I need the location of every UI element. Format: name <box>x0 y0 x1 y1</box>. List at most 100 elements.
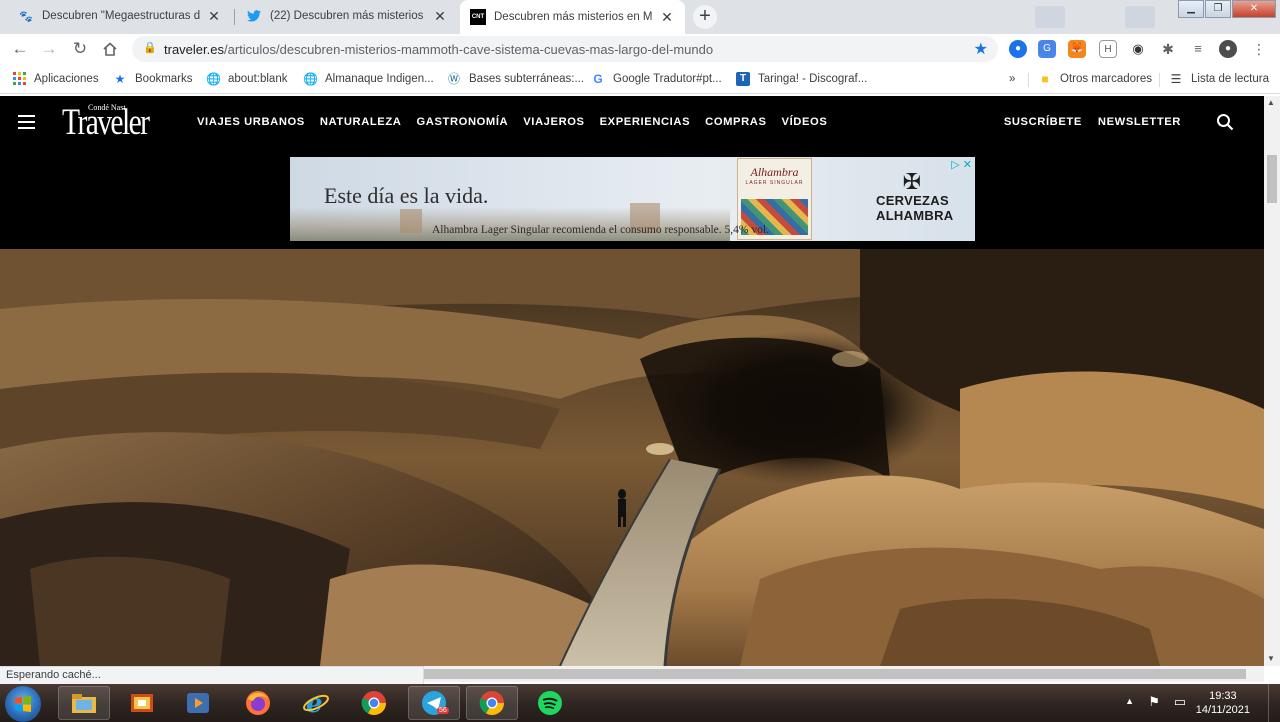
bottle-subtitle: LAGER SINGULAR <box>745 180 804 186</box>
taskbar-internet-explorer[interactable]: e <box>290 686 342 720</box>
bookmark-label: Google Tradutor#pt... <box>613 73 722 85</box>
site-header: Condé Nast Traveler VIAJES URBANOS NATUR… <box>0 96 1264 150</box>
chrome-icon <box>479 691 504 716</box>
extension-icon[interactable]: ● <box>1009 40 1027 58</box>
tray-expand-icon[interactable]: ▲ <box>1125 696 1134 706</box>
minimize-button[interactable]: ▁ <box>1178 0 1204 18</box>
avatar[interactable]: ● <box>1219 40 1237 58</box>
bookmark-about-blank[interactable]: 🌐 about:blank <box>206 71 287 87</box>
adchoices-icon[interactable]: ▷ ✕ <box>951 158 972 171</box>
media-control-icon[interactable]: ≡ <box>1189 40 1207 58</box>
new-tab-button[interactable]: + <box>693 5 717 29</box>
site-logo[interactable]: Condé Nast Traveler <box>62 102 170 142</box>
tab-close-icon[interactable]: ✕ <box>659 9 675 25</box>
hamburger-menu-icon[interactable] <box>18 115 35 129</box>
bookmark-label: Almanaque Indigen... <box>325 73 434 85</box>
taskbar-firefox[interactable] <box>232 686 284 720</box>
tab-close-icon[interactable]: ✕ <box>432 8 448 24</box>
bookmark-bookmarks[interactable]: ★ Bookmarks <box>113 71 193 87</box>
taskbar-chrome-active[interactable] <box>466 686 518 720</box>
tab-close-icon[interactable]: ✕ <box>206 8 222 24</box>
browser-tab[interactable]: (22) Descubren más misterios en ✕ <box>236 0 458 32</box>
twitter-icon <box>246 8 262 24</box>
scrollbar-thumb[interactable] <box>1267 155 1277 203</box>
translate-icon[interactable]: G <box>1038 40 1056 58</box>
spotify-icon <box>538 691 562 715</box>
taskbar-telegram[interactable]: 56 <box>408 686 460 720</box>
clock-time: 19:33 <box>1209 690 1237 702</box>
browser-toolbar: ← → ↻ 🔒 traveler.es/articulos/descubren-… <box>0 34 1280 64</box>
bookmark-apps[interactable]: Aplicaciones <box>12 71 99 87</box>
vertical-scrollbar[interactable]: ▲ ▼ <box>1264 96 1280 666</box>
taskbar-chrome[interactable] <box>348 686 400 720</box>
bookmark-label: Taringa! - Discograf... <box>758 73 868 85</box>
bookmark-taringa[interactable]: T Taringa! - Discograf... <box>736 71 867 87</box>
subscribe-link[interactable]: SUSCRÍBETE <box>1004 116 1082 128</box>
page-viewport: Condé Nast Traveler VIAJES URBANOS NATUR… <box>0 96 1264 666</box>
bookmark-label: Otros marcadores <box>1060 73 1153 85</box>
nav-compras[interactable]: COMPRAS <box>705 116 766 128</box>
bookmark-label: Bookmarks <box>135 73 193 85</box>
ad-building <box>400 209 422 233</box>
tab-title: Descubren más misterios en Mar <box>494 11 653 23</box>
taskbar-tools-app[interactable] <box>116 686 168 720</box>
status-bubble: Esperando caché... <box>0 666 424 684</box>
bookmark-bases[interactable]: Ⓦ Bases subterráneas:... <box>447 71 584 87</box>
bookmarks-overflow-button[interactable]: » <box>1009 71 1015 87</box>
logo-wordmark: Traveler <box>62 102 150 143</box>
bookmark-almanaque[interactable]: 🌐 Almanaque Indigen... <box>303 71 434 87</box>
bookmarks-bar: Aplicaciones ★ Bookmarks 🌐 about:blank 🌐… <box>0 64 1280 94</box>
taskbar-file-explorer[interactable] <box>58 686 110 720</box>
clock-date: 14/11/2021 <box>1195 704 1250 716</box>
nav-viajes-urbanos[interactable]: VIAJES URBANOS <box>197 116 305 128</box>
nav-gastronomia[interactable]: GASTRONOMÍA <box>416 116 508 128</box>
media-player-icon <box>187 693 209 713</box>
start-button[interactable] <box>5 686 41 722</box>
taskbar-spotify[interactable] <box>524 686 576 720</box>
search-icon[interactable] <box>1216 113 1234 131</box>
newsletter-link[interactable]: NEWSLETTER <box>1098 116 1181 128</box>
browser-tab-active[interactable]: CNT Descubren más misterios en Mar ✕ <box>460 0 685 34</box>
url-text: traveler.es/articulos/descubren-misterio… <box>164 42 714 57</box>
apps-grid-icon <box>12 72 26 86</box>
extension-icon[interactable]: ◉ <box>1129 40 1147 58</box>
maximize-button[interactable]: ❐ <box>1205 0 1231 18</box>
scroll-down-arrow[interactable]: ▼ <box>1267 654 1275 663</box>
back-icon[interactable]: ← <box>9 38 31 60</box>
metamask-icon[interactable]: 🦊 <box>1068 40 1086 58</box>
nav-naturaleza[interactable]: NATURALEZA <box>320 116 402 128</box>
browser-tab[interactable]: 🐾 Descubren "Megaestructuras de ✕ <box>8 0 232 32</box>
globe-icon: 🌐 <box>206 72 221 86</box>
folder-icon: ■ <box>1041 72 1049 86</box>
ad-slogan: Este día es la vida. <box>324 183 489 208</box>
taskbar-media-player[interactable] <box>172 686 224 720</box>
bookmarks-divider <box>1159 73 1160 87</box>
ad-row: Este día es la vida. Alhambra LAGER SING… <box>0 150 1264 249</box>
forward-icon[interactable]: → <box>38 38 60 60</box>
home-icon[interactable] <box>99 38 121 60</box>
hero-image-mammoth-cave <box>0 249 1264 666</box>
bookmark-label: Aplicaciones <box>34 73 99 85</box>
windows-taskbar: e 56 ▲ ⚑ ▭ 19:33 14/11/2021 <box>0 684 1280 722</box>
nav-videos[interactable]: VÍDEOS <box>782 116 828 128</box>
ad-brand-line: ALHAMBRA <box>876 208 954 223</box>
nav-viajeros[interactable]: VIAJEROS <box>523 116 584 128</box>
other-bookmarks[interactable]: ■ Otros marcadores <box>1038 71 1152 87</box>
chrome-icon <box>361 691 386 716</box>
menu-kebab-icon[interactable]: ⋮ <box>1250 40 1268 58</box>
address-bar[interactable]: 🔒 traveler.es/articulos/descubren-mister… <box>132 36 998 62</box>
reading-list[interactable]: ☰ Lista de lectura <box>1169 71 1269 87</box>
system-clock[interactable]: 19:33 14/11/2021 <box>1196 689 1250 717</box>
close-window-button[interactable]: ✕ <box>1232 0 1276 18</box>
puzzle-icon[interactable]: ✱ <box>1159 40 1177 58</box>
reload-icon[interactable]: ↻ <box>69 38 91 60</box>
extension-icon[interactable]: H <box>1099 40 1117 58</box>
bookmark-star-icon[interactable]: ★ <box>974 39 988 59</box>
action-center-flag-icon[interactable]: ⚑ <box>1148 694 1160 710</box>
show-desktop-button[interactable] <box>1268 684 1280 722</box>
scroll-up-arrow[interactable]: ▲ <box>1267 98 1275 107</box>
nav-experiencias[interactable]: EXPERIENCIAS <box>600 116 691 128</box>
alhambra-ad-banner[interactable]: Este día es la vida. Alhambra LAGER SING… <box>290 157 975 241</box>
bookmark-google-tradutor[interactable]: G Google Tradutor#pt... <box>591 71 722 87</box>
network-icon[interactable]: ▭ <box>1174 694 1186 710</box>
